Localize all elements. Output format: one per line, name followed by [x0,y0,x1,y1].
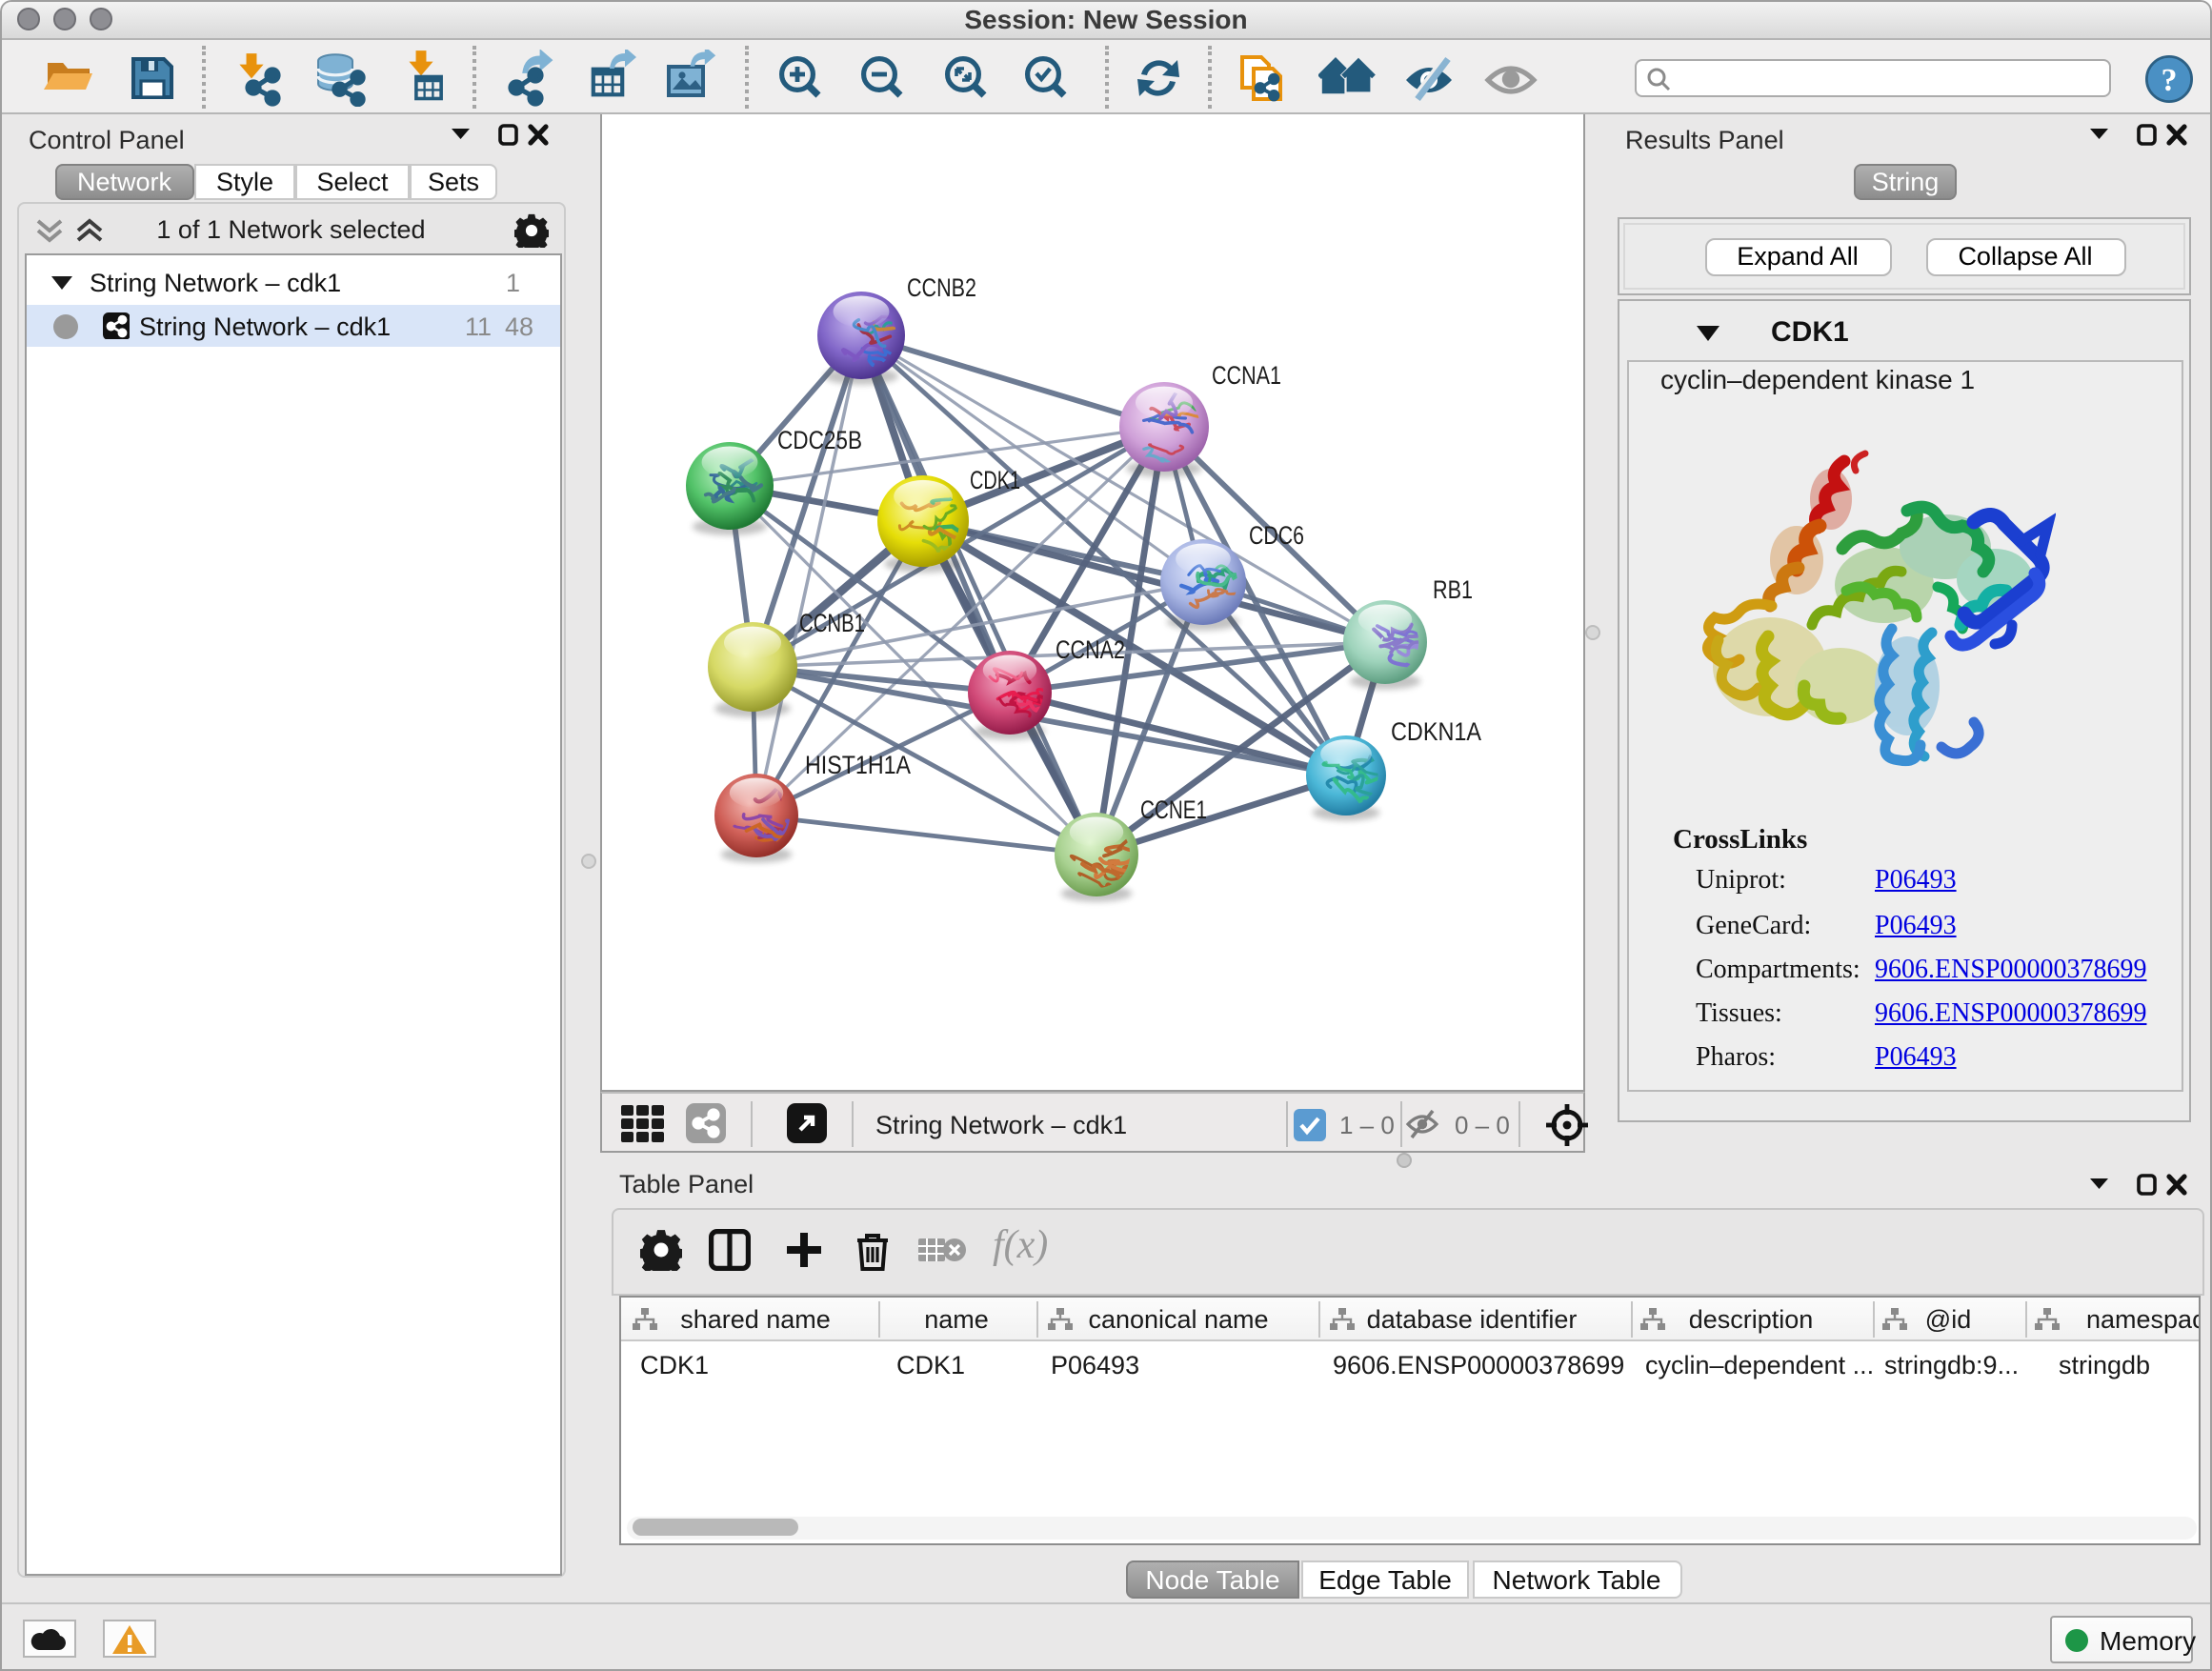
svg-text:CCNB1: CCNB1 [799,609,865,637]
svg-text:CDC25B: CDC25B [777,426,862,454]
svg-text:HIST1H1A: HIST1H1A [805,751,911,779]
svg-text:CDC6: CDC6 [1249,521,1304,550]
svg-text:?: ? [2161,62,2177,97]
svg-text:CCNA2: CCNA2 [1056,635,1125,664]
svg-text:CCNE1: CCNE1 [1140,795,1207,824]
svg-text:CDK1: CDK1 [970,466,1020,494]
svg-text:RB1: RB1 [1433,575,1473,604]
svg-text:CCNA1: CCNA1 [1212,361,1281,390]
svg-text:CDKN1A: CDKN1A [1391,717,1481,746]
svg-text:CCNB2: CCNB2 [907,273,976,302]
